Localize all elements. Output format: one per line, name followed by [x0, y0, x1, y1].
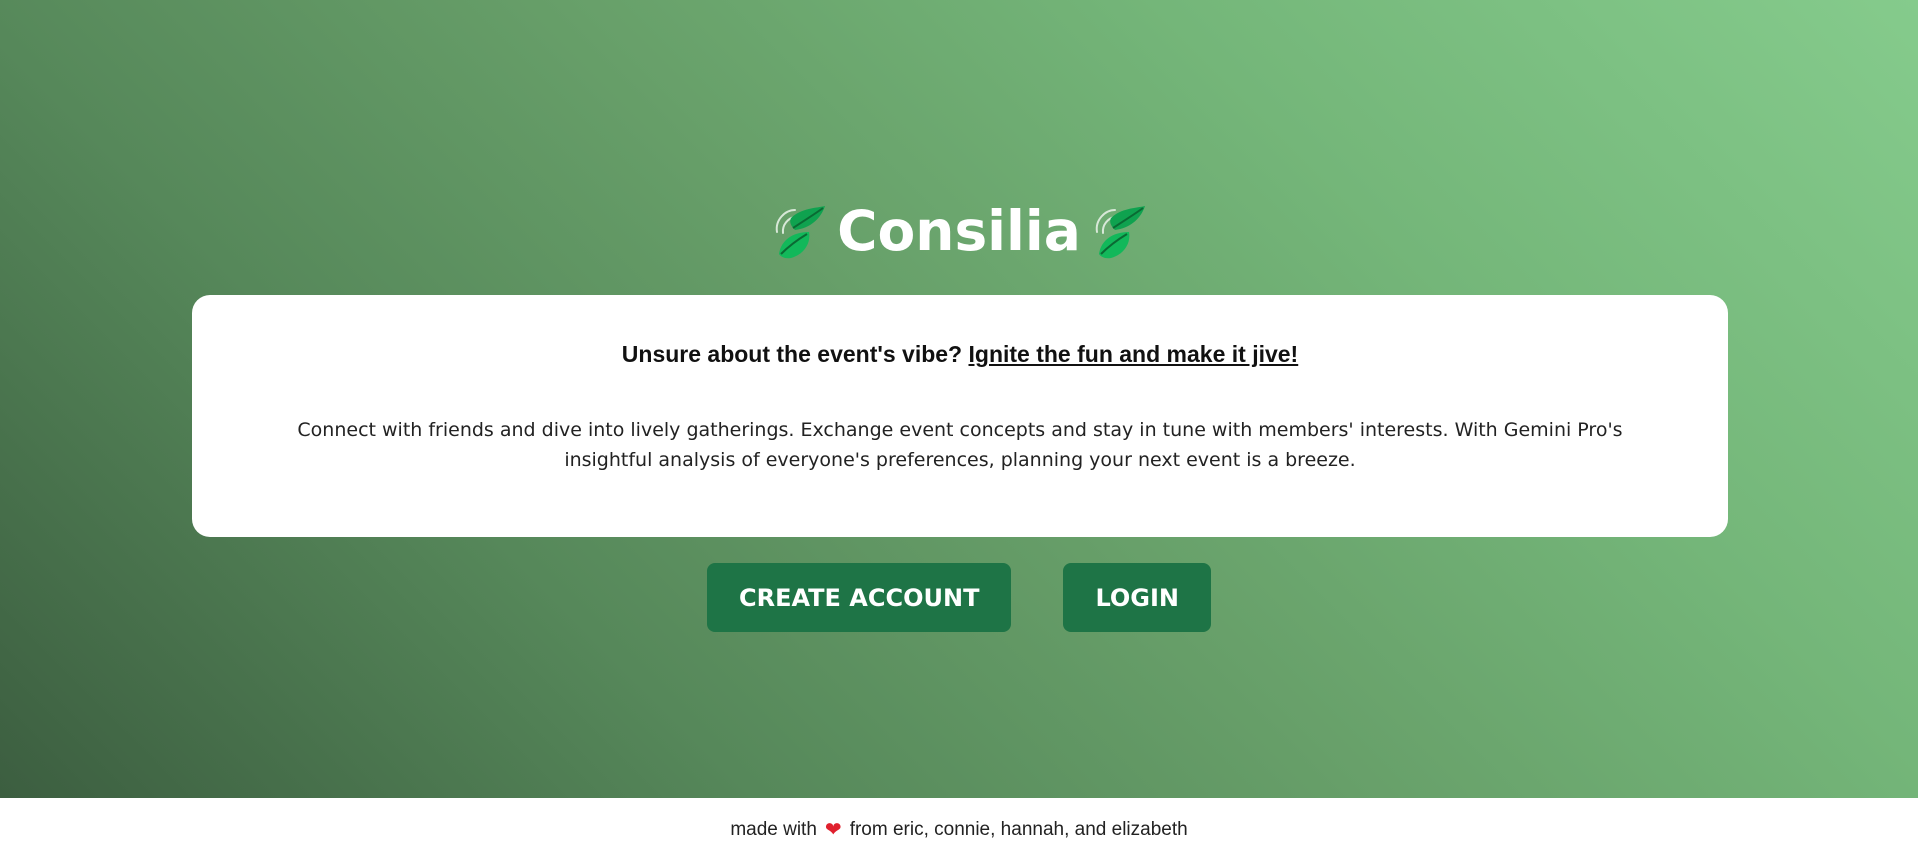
create-account-button[interactable]: CREATE ACCOUNT [706, 563, 1012, 632]
tagline-link[interactable]: Ignite the fun and make it jive! [969, 341, 1299, 367]
leaf-icon [1091, 202, 1147, 260]
app-header: Consilia [0, 196, 1918, 266]
footer-credits: from eric, connie, hannah, and elizabeth [849, 818, 1188, 840]
action-buttons: CREATE ACCOUNT LOGIN [0, 563, 1918, 632]
description-text: Connect with friends and dive into livel… [297, 419, 1623, 471]
hero-background: Consilia Unsure about the event's vibe? … [0, 0, 1918, 798]
tagline-prefix: Unsure about the event's vibe? [621, 341, 969, 367]
heart-icon: ❤ [824, 818, 842, 841]
intro-card: Unsure about the event's vibe? Ignite th… [192, 295, 1728, 537]
leaf-icon [771, 202, 827, 260]
login-button[interactable]: LOGIN [1063, 563, 1212, 632]
footer-prefix: made with [730, 818, 817, 840]
tagline: Unsure about the event's vibe? Ignite th… [192, 339, 1728, 369]
app-title: Consilia [837, 199, 1081, 263]
footer: made with ❤ from eric, connie, hannah, a… [0, 798, 1918, 855]
